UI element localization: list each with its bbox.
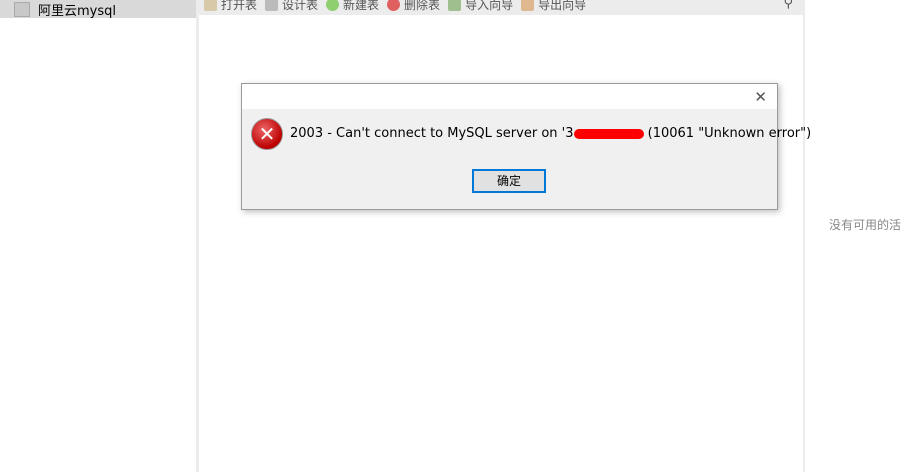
label: 新建表 bbox=[343, 0, 380, 12]
redaction-mark bbox=[573, 128, 644, 139]
new-table-button[interactable]: 新建表 bbox=[326, 0, 379, 13]
message-prefix: 2003 - Can't connect to MySQL server on … bbox=[290, 126, 574, 141]
design-table-button[interactable]: 设计表 bbox=[265, 0, 318, 13]
dialog-title-bar: ✕ bbox=[242, 84, 777, 109]
delete-icon bbox=[387, 0, 401, 11]
connection-icon bbox=[14, 1, 30, 17]
label: 导入向导 bbox=[465, 0, 514, 12]
import-wizard-button[interactable]: 导入向导 bbox=[448, 0, 513, 13]
error-message: 2003 - Can't connect to MySQL server on … bbox=[290, 126, 811, 141]
connection-item[interactable]: 阿里云mysql bbox=[0, 0, 196, 19]
label: 打开表 bbox=[221, 0, 258, 12]
search-icon[interactable]: ⚲ bbox=[783, 0, 793, 11]
toolbar: 打开表 设计表 新建表 删除表 导入向导 导出向导 bbox=[196, 0, 805, 14]
design-table-icon bbox=[265, 0, 279, 11]
ok-button[interactable]: 确定 bbox=[472, 169, 546, 193]
error-dialog: ✕ ✕ 2003 - Can't connect to MySQL server… bbox=[241, 83, 811, 210]
delete-table-button[interactable]: 删除表 bbox=[387, 0, 440, 13]
message-suffix: (10061 "Unknown error") bbox=[643, 126, 812, 141]
sidebar: 阿里云mysql bbox=[0, 0, 196, 472]
export-icon bbox=[521, 0, 535, 11]
close-icon[interactable]: ✕ bbox=[754, 88, 767, 106]
error-icon: ✕ bbox=[251, 118, 283, 150]
info-panel: 没有可用的活 bbox=[805, 0, 909, 472]
import-icon bbox=[448, 0, 462, 11]
object-panel: 打开表 设计表 新建表 删除表 导入向导 导出向导 ⚲ bbox=[196, 0, 805, 472]
open-table-icon bbox=[204, 0, 217, 11]
add-icon bbox=[326, 0, 340, 11]
export-wizard-button[interactable]: 导出向导 bbox=[521, 0, 586, 13]
label: 删除表 bbox=[404, 0, 441, 12]
no-active-text: 没有可用的活 bbox=[829, 218, 902, 232]
label: 设计表 bbox=[282, 0, 319, 12]
open-table-button[interactable]: 打开表 bbox=[204, 0, 257, 13]
label: 导出向导 bbox=[538, 0, 587, 12]
connection-label: 阿里云mysql bbox=[38, 3, 116, 19]
